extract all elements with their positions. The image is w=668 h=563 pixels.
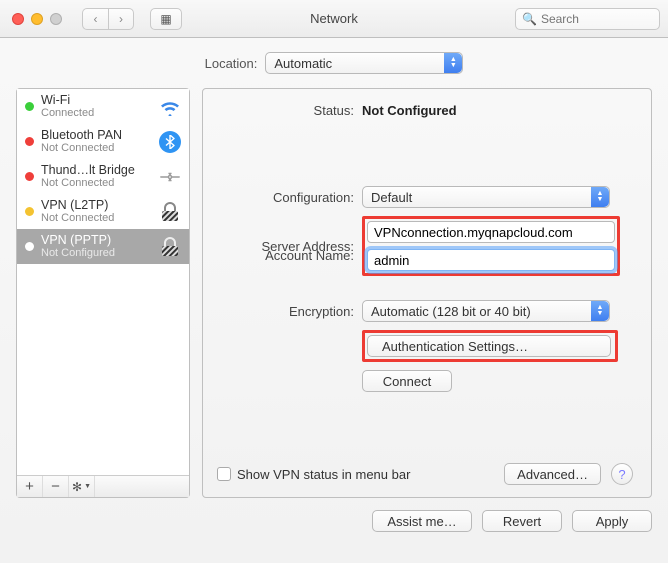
advanced-button[interactable]: Advanced…	[504, 463, 601, 485]
service-wifi[interactable]: Wi-Fi Connected	[17, 89, 189, 124]
window-controls	[8, 13, 62, 25]
configuration-value: Default	[371, 190, 412, 205]
zoom-button[interactable]	[50, 13, 62, 25]
chevron-updown-icon: ▲▼	[591, 301, 609, 321]
help-button[interactable]: ?	[611, 463, 633, 485]
chevron-updown-icon: ▲▼	[591, 187, 609, 207]
help-icon: ?	[618, 467, 625, 482]
apply-button[interactable]: Apply	[572, 510, 652, 532]
services-list: Wi-Fi Connected Bluetooth PAN Not Connec…	[17, 89, 189, 475]
configuration-label: Configuration:	[217, 190, 362, 205]
show-all-button[interactable]: ▦	[150, 8, 182, 30]
status-value: Not Configured	[362, 103, 633, 118]
bluetooth-icon	[157, 131, 183, 153]
nav-buttons: ‹ ›	[82, 8, 134, 30]
server-address-input[interactable]	[367, 221, 615, 243]
checkbox-icon	[217, 467, 231, 481]
status-label: Status:	[217, 103, 362, 118]
service-name: Thund…lt Bridge	[41, 163, 150, 177]
service-status: Not Connected	[41, 177, 150, 190]
plus-icon: +	[25, 478, 34, 495]
search-icon: 🔍	[522, 12, 537, 26]
search-input[interactable]	[541, 12, 653, 26]
service-bluetooth-pan[interactable]: Bluetooth PAN Not Connected	[17, 124, 189, 159]
content: Location: Automatic ▲▼ Wi-Fi Connected	[0, 38, 668, 563]
status-dot	[25, 207, 34, 216]
chevron-updown-icon: ▲▼	[444, 53, 462, 73]
chevron-down-icon: ▼	[84, 483, 91, 490]
service-status: Connected	[41, 107, 150, 120]
chevron-right-icon: ›	[119, 12, 123, 26]
titlebar: ‹ › ▦ Network 🔍	[0, 0, 668, 38]
account-name-label: Account Name:	[217, 248, 362, 263]
close-button[interactable]	[12, 13, 24, 25]
chevron-left-icon: ‹	[94, 12, 98, 26]
service-thunderbolt-bridge[interactable]: Thund…lt Bridge Not Connected	[17, 159, 189, 194]
show-vpn-status-checkbox[interactable]: Show VPN status in menu bar	[217, 467, 410, 482]
lock-icon	[157, 236, 183, 258]
search-field[interactable]: 🔍	[515, 8, 660, 30]
status-dot	[25, 242, 34, 251]
service-name: Wi-Fi	[41, 93, 150, 107]
grid-icon: ▦	[160, 12, 171, 26]
status-dot	[25, 172, 34, 181]
lock-icon	[157, 201, 183, 223]
encryption-select[interactable]: Automatic (128 bit or 40 bit) ▲▼	[362, 300, 610, 322]
add-service-button[interactable]: +	[17, 476, 43, 497]
account-name-input[interactable]	[367, 249, 615, 271]
service-name: Bluetooth PAN	[41, 128, 150, 142]
service-vpn-pptp[interactable]: VPN (PPTP) Not Configured	[17, 229, 189, 264]
show-vpn-status-label: Show VPN status in menu bar	[237, 467, 410, 482]
location-label: Location:	[205, 56, 258, 71]
highlight-server-account	[362, 216, 620, 276]
minus-icon: −	[51, 478, 60, 495]
main-pane: Status: Not Configured Configuration: De…	[202, 88, 652, 498]
location-row: Location: Automatic ▲▼	[16, 52, 652, 74]
footer: Assist me… Revert Apply	[16, 498, 652, 532]
gear-icon: ✻	[72, 480, 82, 494]
service-vpn-l2tp[interactable]: VPN (L2TP) Not Connected	[17, 194, 189, 229]
service-status: Not Connected	[41, 142, 150, 155]
service-status: Not Connected	[41, 212, 150, 225]
service-name: VPN (L2TP)	[41, 198, 150, 212]
service-status: Not Configured	[41, 247, 150, 260]
services-sidebar: Wi-Fi Connected Bluetooth PAN Not Connec…	[16, 88, 190, 498]
assist-me-button[interactable]: Assist me…	[372, 510, 472, 532]
encryption-value: Automatic (128 bit or 40 bit)	[371, 304, 531, 319]
highlight-auth-settings: Authentication Settings…	[362, 330, 618, 362]
thunderbolt-bridge-icon	[157, 166, 183, 188]
encryption-label: Encryption:	[217, 304, 362, 319]
sidebar-footer: + − ✻▼	[17, 475, 189, 497]
forward-button[interactable]: ›	[108, 8, 134, 30]
location-select[interactable]: Automatic ▲▼	[265, 52, 463, 74]
remove-service-button[interactable]: −	[43, 476, 69, 497]
service-name: VPN (PPTP)	[41, 233, 150, 247]
status-dot	[25, 102, 34, 111]
wifi-icon	[157, 96, 183, 118]
connect-button[interactable]: Connect	[362, 370, 452, 392]
location-value: Automatic	[274, 56, 332, 71]
back-button[interactable]: ‹	[82, 8, 108, 30]
minimize-button[interactable]	[31, 13, 43, 25]
service-actions-menu[interactable]: ✻▼	[69, 476, 95, 497]
revert-button[interactable]: Revert	[482, 510, 562, 532]
configuration-select[interactable]: Default ▲▼	[362, 186, 610, 208]
authentication-settings-button[interactable]: Authentication Settings…	[367, 335, 611, 357]
status-dot	[25, 137, 34, 146]
